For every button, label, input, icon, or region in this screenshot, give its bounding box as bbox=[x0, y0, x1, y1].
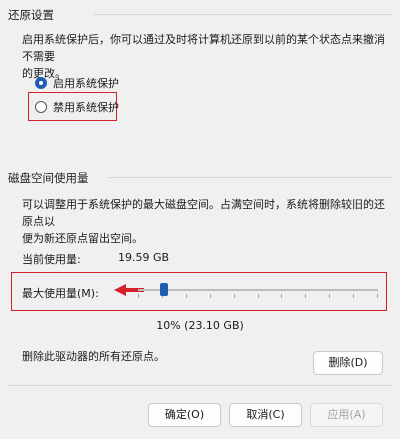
disk-description-line2: 便为新还原点留出空间。 bbox=[22, 232, 143, 245]
slider-tick bbox=[138, 294, 139, 298]
radio-checked-icon bbox=[35, 77, 47, 89]
radio-enable-label: 启用系统保护 bbox=[53, 77, 119, 90]
restore-description-line1: 启用系统保护后，你可以通过及时将计算机还原到以前的某个状态点来撤消不需要 bbox=[22, 33, 385, 63]
slider-tick bbox=[353, 294, 354, 298]
radio-disable-label: 禁用系统保护 bbox=[53, 101, 119, 114]
slider-tick bbox=[234, 294, 235, 298]
slider-tick bbox=[281, 294, 282, 298]
slider-track bbox=[138, 289, 378, 291]
slider-value-text: 10% (23.10 GB) bbox=[156, 319, 244, 332]
slider-tick bbox=[305, 294, 306, 298]
slider-tick bbox=[258, 294, 259, 298]
disk-description-line1: 可以调整用于系统保护的最大磁盘空间。占满空间时，系统将删除较旧的还原点以 bbox=[22, 198, 385, 228]
slider-tick bbox=[329, 294, 330, 298]
slider-tick bbox=[186, 294, 187, 298]
delete-restore-points-description: 删除此驱动器的所有还原点。 bbox=[22, 350, 165, 363]
radio-disable-protection[interactable]: 禁用系统保护 bbox=[35, 99, 119, 115]
restore-settings-title: 还原设置 bbox=[8, 8, 54, 22]
restore-settings-divider bbox=[94, 14, 392, 15]
radio-enable-protection[interactable]: 启用系统保护 bbox=[35, 75, 119, 91]
slider-tick bbox=[210, 294, 211, 298]
current-usage-value: 19.59 GB bbox=[118, 251, 170, 264]
radio-unchecked-icon bbox=[35, 101, 47, 113]
cancel-button[interactable]: 取消(C) bbox=[229, 403, 302, 427]
max-usage-label: 最大使用量(M): bbox=[22, 287, 99, 300]
disk-usage-divider bbox=[108, 177, 392, 178]
slider-thumb[interactable] bbox=[160, 283, 168, 296]
current-usage-label: 当前使用量: bbox=[22, 253, 81, 266]
slider-tick bbox=[377, 294, 378, 298]
max-usage-slider[interactable] bbox=[138, 280, 378, 304]
disk-usage-title: 磁盘空间使用量 bbox=[8, 171, 89, 185]
apply-button[interactable]: 应用(A) bbox=[310, 403, 383, 427]
footer-divider bbox=[8, 385, 392, 386]
ok-button[interactable]: 确定(O) bbox=[148, 403, 221, 427]
delete-button[interactable]: 删除(D) bbox=[313, 351, 383, 375]
disk-description: 可以调整用于系统保护的最大磁盘空间。占满空间时，系统将删除较旧的还原点以 便为新… bbox=[22, 196, 392, 247]
